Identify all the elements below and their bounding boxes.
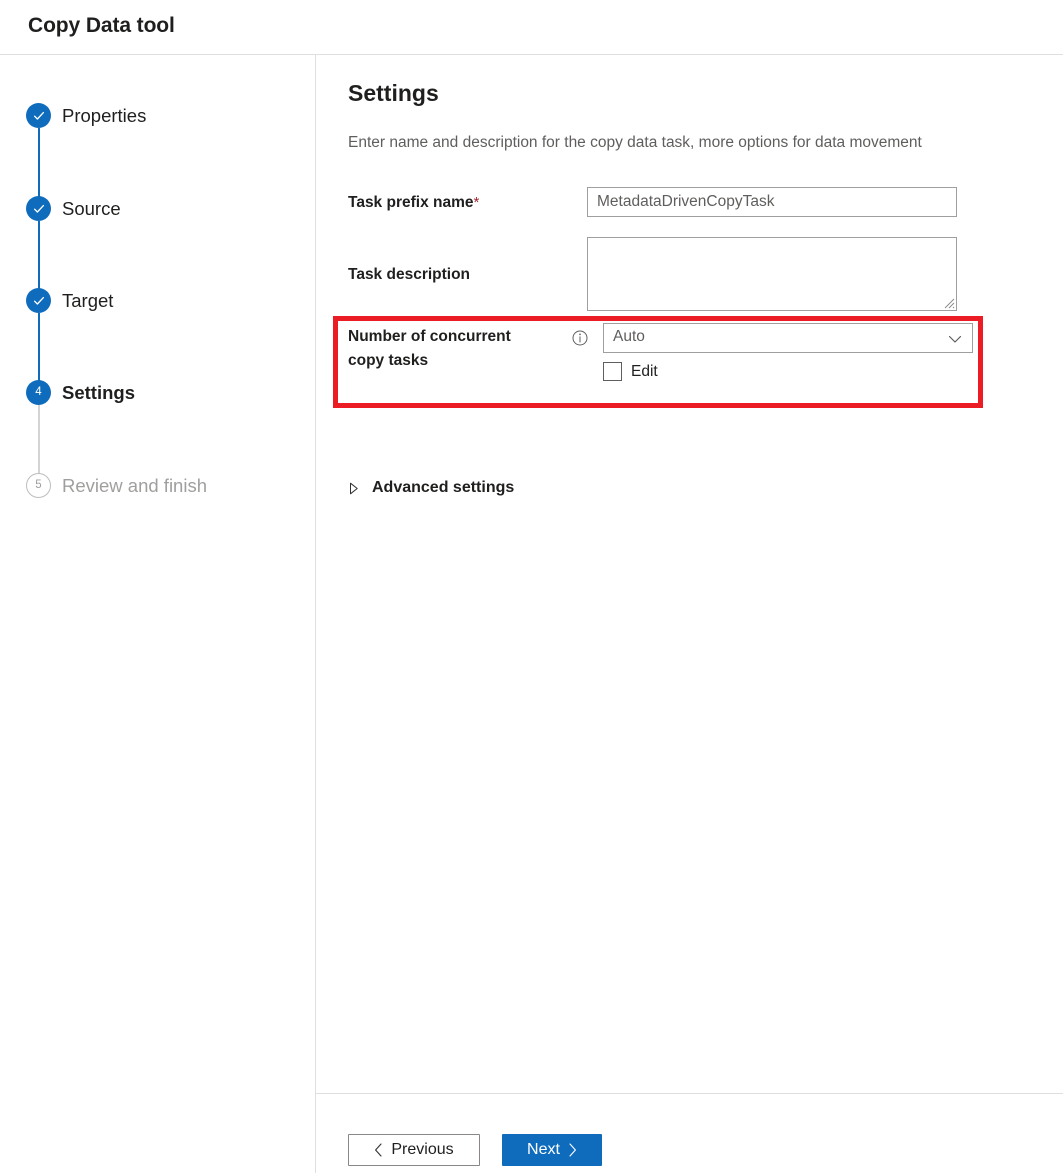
section-title: Settings: [348, 80, 439, 107]
step-connector-4-5: [38, 405, 40, 477]
sidebar-item-label-properties: Properties: [62, 104, 146, 128]
task-prefix-name-row: Task prefix name*: [348, 187, 1008, 219]
concurrent-copy-tasks-row: Number of concurrent copy tasks Auto Edi…: [348, 323, 1008, 411]
step-connector-2-3: [38, 221, 40, 293]
step-connector-3-4: [38, 313, 40, 385]
sidebar-item-properties[interactable]: Properties: [26, 103, 306, 129]
previous-button[interactable]: Previous: [348, 1134, 480, 1166]
section-subtitle: Enter name and description for the copy …: [348, 134, 922, 152]
sidebar-item-label-source: Source: [62, 197, 121, 221]
step-connector-1-2: [38, 128, 40, 200]
edit-checkbox-label: Edit: [631, 363, 658, 381]
page-title: Copy Data tool: [28, 14, 175, 38]
concurrent-copy-tasks-label-line1: Number of concurrent: [348, 328, 511, 345]
sidebar-item-label-review-and-finish: Review and finish: [62, 474, 207, 498]
sidebar-item-source[interactable]: Source: [26, 196, 306, 222]
step-number-review-and-finish: 5: [35, 480, 41, 492]
concurrent-copy-tasks-dropdown-value: Auto: [613, 328, 645, 346]
info-icon[interactable]: [572, 330, 588, 346]
edit-checkbox-row[interactable]: Edit: [603, 362, 658, 381]
wizard-footer: Previous Next: [316, 1093, 1063, 1173]
sidebar-item-label-settings: Settings: [62, 381, 135, 405]
concurrent-copy-tasks-label: Number of concurrent copy tasks: [348, 325, 511, 373]
step-status-circle-settings: 4: [26, 380, 51, 405]
step-status-circle-source: [26, 196, 51, 221]
chevron-down-icon: [948, 333, 962, 345]
advanced-settings-label: Advanced settings: [372, 479, 514, 497]
concurrent-copy-tasks-dropdown[interactable]: Auto: [603, 323, 973, 353]
concurrent-copy-tasks-label-line2: copy tasks: [348, 352, 428, 369]
settings-panel: Settings Enter name and description for …: [316, 55, 1063, 1093]
wizard-steps-sidebar: Properties Source Target 4: [0, 55, 316, 1173]
chevron-right-icon: [568, 1143, 577, 1157]
advanced-settings-toggle[interactable]: Advanced settings: [348, 475, 514, 501]
sidebar-item-target[interactable]: Target: [26, 288, 306, 314]
check-icon: [33, 203, 45, 215]
task-description-label: Task description: [348, 263, 470, 286]
step-status-circle-properties: [26, 103, 51, 128]
chevron-left-icon: [374, 1143, 383, 1157]
previous-button-label: Previous: [391, 1141, 453, 1159]
window-header: Copy Data tool: [0, 0, 1063, 55]
step-status-circle-review-and-finish: 5: [26, 473, 51, 498]
next-button[interactable]: Next: [502, 1134, 602, 1166]
required-asterisk: *: [474, 194, 480, 211]
task-description-row: Task description: [348, 237, 1008, 313]
next-button-label: Next: [527, 1141, 560, 1159]
step-number-settings: 4: [35, 387, 41, 399]
check-icon: [33, 295, 45, 307]
check-icon: [33, 110, 45, 122]
caret-right-icon: [348, 482, 360, 495]
sidebar-item-settings[interactable]: 4 Settings: [26, 380, 306, 406]
task-description-textarea[interactable]: [587, 237, 957, 311]
step-status-circle-target: [26, 288, 51, 313]
copy-data-tool-window: Copy Data tool Properties Source: [0, 0, 1063, 1173]
task-prefix-name-label: Task prefix name*: [348, 191, 479, 214]
task-prefix-name-input[interactable]: [587, 187, 957, 217]
sidebar-item-review-and-finish[interactable]: 5 Review and finish: [26, 473, 306, 499]
edit-checkbox[interactable]: [603, 362, 622, 381]
sidebar-item-label-target: Target: [62, 289, 113, 313]
task-prefix-name-label-text: Task prefix name: [348, 194, 474, 211]
